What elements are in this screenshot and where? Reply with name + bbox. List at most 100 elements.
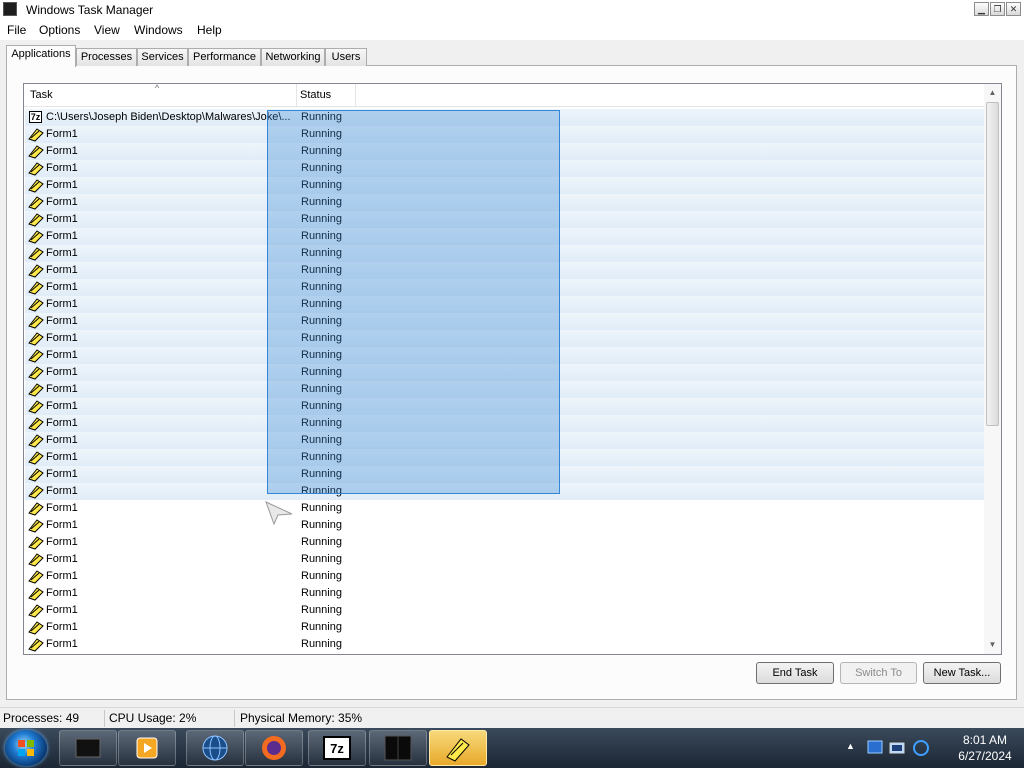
table-row[interactable]: Form1 Running bbox=[25, 313, 985, 330]
taskbar-7zip[interactable]: 7z bbox=[308, 730, 366, 766]
table-row[interactable]: Form1 Running bbox=[25, 381, 985, 398]
table-row[interactable]: Form1 Running bbox=[25, 160, 985, 177]
tab-performance[interactable]: Performance bbox=[188, 48, 261, 66]
table-row[interactable]: Form1 Running bbox=[25, 228, 985, 245]
table-row[interactable]: Form1 Running bbox=[25, 398, 985, 415]
new-task-button[interactable]: New Task... bbox=[923, 662, 1001, 684]
task-status: Running bbox=[301, 366, 342, 378]
taskbar-terminal[interactable] bbox=[369, 730, 427, 766]
title-bar[interactable]: Windows Task Manager ▁ ❐ ✕ bbox=[0, 0, 1024, 20]
form-icon bbox=[446, 738, 470, 762]
form-icon bbox=[28, 280, 44, 295]
table-row[interactable]: Form1 Running bbox=[25, 262, 985, 279]
task-name: Form1 bbox=[46, 383, 78, 395]
table-row[interactable]: Form1 Running bbox=[25, 415, 985, 432]
table-row[interactable]: Form1 Running bbox=[25, 194, 985, 211]
form-icon bbox=[28, 450, 44, 465]
clock-time[interactable]: 8:01 AM bbox=[950, 733, 1020, 747]
menu-help[interactable]: Help bbox=[197, 23, 222, 37]
form-icon bbox=[28, 399, 44, 414]
table-row[interactable]: Form1 Running bbox=[25, 143, 985, 160]
table-row[interactable]: Form1 Running bbox=[25, 177, 985, 194]
switch-to-button[interactable]: Switch To bbox=[840, 662, 917, 684]
table-row[interactable]: Form1 Running bbox=[25, 517, 985, 534]
taskbar-task-manager[interactable] bbox=[59, 730, 117, 766]
table-row[interactable]: Form1 Running bbox=[25, 296, 985, 313]
taskbar: 7z ▲ 8:01 AM 6/27/2024 bbox=[0, 728, 1024, 768]
task-name: Form1 bbox=[46, 451, 78, 463]
scroll-up-icon[interactable]: ▲ bbox=[984, 86, 1001, 100]
taskbar-media-player[interactable] bbox=[118, 730, 176, 766]
task-status: Running bbox=[301, 468, 342, 480]
system-tray: ▲ 8:01 AM 6/27/2024 bbox=[846, 728, 1024, 768]
table-row[interactable]: Form1 Running bbox=[25, 449, 985, 466]
form-icon bbox=[28, 382, 44, 397]
task-status: Running bbox=[301, 383, 342, 395]
form-icon bbox=[28, 127, 44, 142]
task-status: Running bbox=[301, 298, 342, 310]
table-row[interactable]: Form1 Running bbox=[25, 534, 985, 551]
show-hidden-icons-icon[interactable]: ▲ bbox=[846, 741, 855, 751]
tab-networking[interactable]: Networking bbox=[261, 48, 325, 66]
clock-date[interactable]: 6/27/2024 bbox=[950, 749, 1020, 763]
task-name: Form1 bbox=[46, 213, 78, 225]
scroll-down-icon[interactable]: ▼ bbox=[984, 638, 1001, 652]
table-row[interactable]: Form1 Running bbox=[25, 602, 985, 619]
action-center-icon[interactable] bbox=[888, 739, 906, 757]
table-row[interactable]: Form1 Running bbox=[25, 126, 985, 143]
form-icon bbox=[28, 195, 44, 210]
scroll-thumb[interactable] bbox=[986, 102, 999, 426]
table-row[interactable]: Form1 Running bbox=[25, 483, 985, 500]
menu-options[interactable]: Options bbox=[39, 23, 80, 37]
tab-users[interactable]: Users bbox=[325, 48, 367, 66]
task-status: Running bbox=[301, 264, 342, 276]
task-name: C:\Users\Joseph Biden\Desktop\Malwares\J… bbox=[46, 111, 291, 123]
taskbar-firefox[interactable] bbox=[245, 730, 303, 766]
task-name: Form1 bbox=[46, 145, 78, 157]
end-task-button[interactable]: End Task bbox=[756, 662, 834, 684]
ie-icon[interactable] bbox=[912, 739, 930, 757]
column-header-task[interactable]: ^ Task bbox=[24, 84, 297, 106]
task-status: Running bbox=[301, 587, 342, 599]
tab-processes[interactable]: Processes bbox=[76, 48, 137, 66]
taskbar-browser[interactable] bbox=[186, 730, 244, 766]
menu-view[interactable]: View bbox=[94, 23, 120, 37]
minimize-button[interactable]: ▁ bbox=[974, 2, 989, 16]
form-icon bbox=[28, 501, 44, 516]
table-row[interactable]: Form1 Running bbox=[25, 551, 985, 568]
network-icon[interactable] bbox=[866, 739, 884, 757]
table-row[interactable]: Form1 Running bbox=[25, 432, 985, 449]
tab-applications[interactable]: Applications bbox=[6, 45, 76, 67]
maximize-button[interactable]: ❐ bbox=[990, 2, 1005, 16]
task-name: Form1 bbox=[46, 519, 78, 531]
form-icon bbox=[28, 586, 44, 601]
applications-list[interactable]: ^ Task Status 7z C:\Users\Joseph Biden\De… bbox=[23, 83, 1002, 655]
table-row[interactable]: Form1 Running bbox=[25, 636, 985, 653]
close-button[interactable]: ✕ bbox=[1006, 2, 1021, 16]
table-row[interactable]: Form1 Running bbox=[25, 568, 985, 585]
task-name: Form1 bbox=[46, 179, 78, 191]
table-row[interactable]: Form1 Running bbox=[25, 619, 985, 636]
table-row[interactable]: Form1 Running bbox=[25, 211, 985, 228]
table-row[interactable]: Form1 Running bbox=[25, 347, 985, 364]
column-header-status[interactable]: Status bbox=[297, 84, 356, 106]
status-separator bbox=[234, 710, 235, 727]
table-row[interactable]: 7z C:\Users\Joseph Biden\Desktop\Malwares… bbox=[25, 109, 985, 126]
form-icon bbox=[28, 297, 44, 312]
task-status: Running bbox=[301, 451, 342, 463]
menu-file[interactable]: File bbox=[7, 23, 26, 37]
table-row[interactable]: Form1 Running bbox=[25, 279, 985, 296]
vertical-scrollbar[interactable]: ▲ ▼ bbox=[984, 84, 1001, 654]
tab-services[interactable]: Services bbox=[137, 48, 188, 66]
table-row[interactable]: Form1 Running bbox=[25, 245, 985, 262]
form-icon bbox=[28, 161, 44, 176]
table-row[interactable]: Form1 Running bbox=[25, 585, 985, 602]
task-rows: 7z C:\Users\Joseph Biden\Desktop\Malwares… bbox=[25, 109, 985, 653]
taskbar-form-app[interactable] bbox=[429, 730, 487, 766]
menu-windows[interactable]: Windows bbox=[134, 23, 183, 37]
table-row[interactable]: Form1 Running bbox=[25, 466, 985, 483]
start-button[interactable] bbox=[5, 730, 47, 766]
table-row[interactable]: Form1 Running bbox=[25, 364, 985, 381]
table-row[interactable]: Form1 Running bbox=[25, 330, 985, 347]
table-row[interactable]: Form1 Running bbox=[25, 500, 985, 517]
